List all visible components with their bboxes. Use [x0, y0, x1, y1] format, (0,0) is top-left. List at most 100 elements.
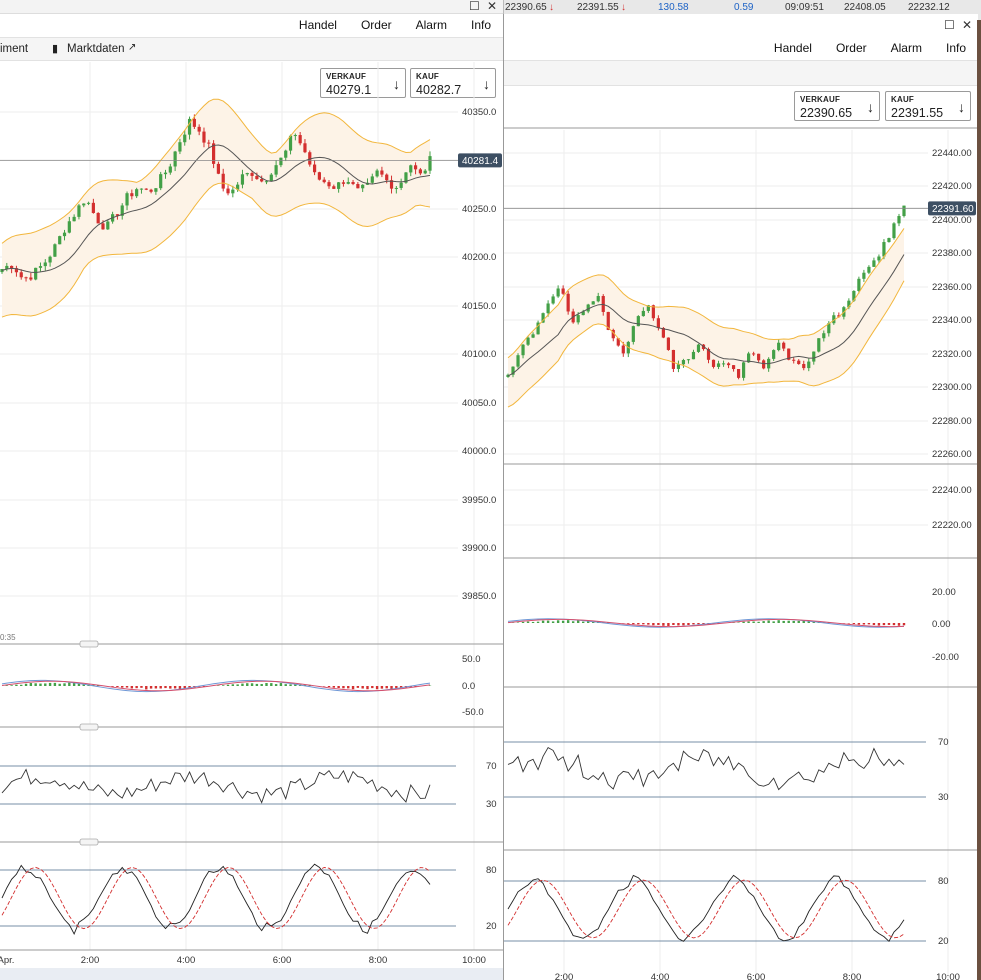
menu-info[interactable]: Info [471, 18, 491, 32]
macd-histogram-bar [159, 686, 162, 689]
menu-info[interactable]: Info [946, 41, 966, 55]
panel-resize-handle [79, 723, 99, 731]
arrow-down-icon: ↓ [958, 99, 965, 115]
candle [797, 360, 801, 365]
time-axis-label: 2:00 [81, 955, 100, 966]
time-axis-label: 8:00 [843, 972, 862, 980]
macd-histogram-bar [351, 686, 355, 690]
candle [721, 363, 726, 365]
instrument-tab[interactable]: iment [0, 43, 28, 55]
macd-histogram-bar [662, 623, 665, 626]
sell-button[interactable]: VERKAUF 40279.1 ↓ [320, 68, 406, 98]
sub-toolbar: iment ▮ Marktdaten ↗ [0, 37, 503, 61]
macd-histogram-bar [125, 686, 129, 688]
menu-handel[interactable]: Handel [299, 18, 337, 32]
macd-histogram-bar [111, 686, 114, 687]
candle [762, 360, 766, 369]
candle [892, 223, 896, 239]
macd-histogram-bar [647, 623, 650, 625]
right-chart[interactable]: 22440.00 22420.00 22400.00 22380.00 22360.00… [504, 14, 978, 980]
menu-order[interactable]: Order [836, 41, 867, 55]
candle [611, 329, 615, 339]
macd-histogram-bar [587, 621, 590, 623]
candle [346, 182, 350, 184]
document-icon: ▮ [52, 43, 59, 55]
menu-alarm[interactable]: Alarm [891, 41, 922, 55]
macd-histogram-bar [827, 622, 831, 623]
time-axis-label: 8:00 [369, 955, 388, 966]
macd-histogram-bar [284, 684, 287, 686]
external-link-icon[interactable]: ↗ [128, 42, 136, 53]
maximize-icon[interactable]: ☐ [944, 19, 955, 31]
macd-histogram-bar [154, 686, 158, 689]
ticker-high: 22408.05 [844, 2, 886, 13]
candle [536, 322, 540, 335]
macd-histogram-bar [632, 623, 635, 625]
candle [716, 363, 721, 367]
ticker-buy: 22391.55 [577, 2, 619, 13]
candle [207, 142, 211, 144]
macd-histogram-bar [404, 686, 408, 688]
ticker-change-pct: 0.59 [734, 2, 754, 13]
macd-histogram-bar [255, 683, 259, 686]
macd-histogram-bar [303, 684, 307, 686]
candle [356, 184, 360, 189]
stochastic-d-line [1, 866, 431, 930]
candle [646, 305, 650, 311]
bollinger-lower [1, 182, 431, 318]
candle [370, 176, 374, 183]
macd-histogram-bar [797, 620, 800, 623]
panel-resize-handle [79, 838, 99, 846]
buy-button[interactable]: KAUF 22391.55 ↓ [885, 91, 971, 121]
macd-histogram-bar [231, 684, 235, 686]
macd-histogram-bar [149, 686, 153, 689]
candle [731, 365, 736, 370]
candle [787, 348, 791, 360]
macd-histogram-bar [652, 623, 655, 626]
candle [125, 193, 129, 206]
buy-label: KAUF [416, 72, 440, 81]
maximize-icon[interactable]: ☐ [469, 0, 480, 12]
current-price-tag [458, 153, 502, 168]
menu-handel[interactable]: Handel [774, 41, 812, 55]
close-icon[interactable]: ✕ [487, 0, 497, 12]
macd-histogram-bar [692, 623, 695, 625]
candle [418, 169, 422, 174]
macd-histogram-bar [72, 683, 76, 686]
buy-button[interactable]: KAUF 40282.7 ↓ [410, 68, 496, 98]
sell-button[interactable]: VERKAUF 22390.65 ↓ [794, 91, 880, 121]
candle [351, 182, 355, 185]
candle [163, 172, 168, 175]
price-axis-label: 40350.0 [462, 107, 496, 118]
price-axis-label: 40050.0 [462, 398, 496, 409]
candle [576, 315, 580, 323]
candle [101, 223, 105, 230]
marktdaten-link[interactable]: Marktdaten [67, 43, 125, 55]
candle [245, 173, 249, 175]
window-titlebar: ☐ ✕ [0, 0, 503, 14]
time-axis-label: 10:00 [936, 972, 960, 980]
macd-histogram-bar [130, 686, 134, 689]
macd-histogram-bar [173, 686, 177, 689]
candle [34, 267, 38, 280]
menu-order[interactable]: Order [361, 18, 392, 32]
candle [706, 349, 711, 360]
macd-histogram-bar [531, 621, 535, 623]
macd-histogram-bar [642, 623, 645, 625]
close-icon[interactable]: ✕ [962, 19, 972, 31]
macd-histogram-bar [289, 684, 292, 686]
candle [29, 277, 33, 280]
price-axis-label: 22320.00 [932, 349, 972, 360]
sell-label: VERKAUF [326, 72, 367, 81]
buy-price: 22391.55 [891, 106, 944, 120]
menu-alarm[interactable]: Alarm [416, 18, 447, 32]
candle [159, 174, 163, 189]
candle [877, 256, 881, 261]
rsi-axis-label: 70 [486, 761, 497, 772]
candle [561, 288, 565, 294]
macd-histogram-bar [390, 686, 393, 690]
ticker-sell: 22390.65 [505, 2, 547, 13]
stochastic-axis-label: 20 [486, 921, 497, 932]
left-chart[interactable]: 40350.0 40300.0 40250.0 40200.0 40150.0 40100… [0, 0, 503, 980]
macd-histogram-bar [371, 686, 374, 689]
